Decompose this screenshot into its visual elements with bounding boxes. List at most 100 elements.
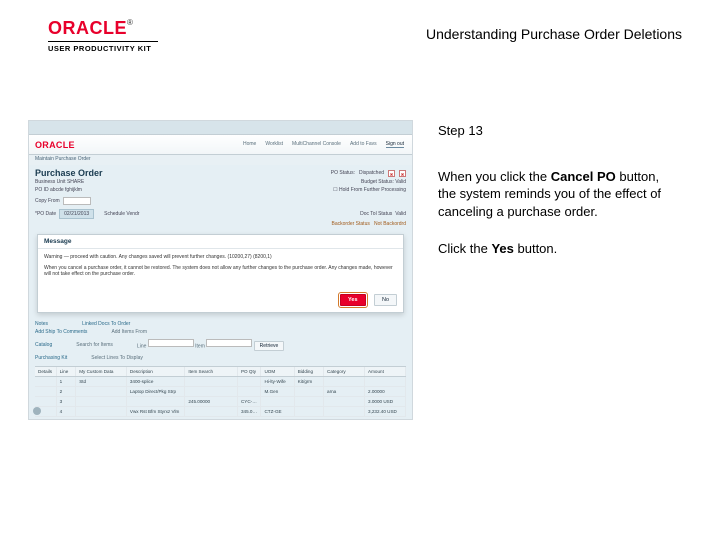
table-cell: M.Gen [261,387,294,396]
table-cell: 345.00000 [238,407,262,416]
table-cell: Hi-lty-Wife [261,377,294,386]
catalog-link[interactable]: Catalog [35,342,52,348]
purchasing-kit-link[interactable]: Purchasing Kit [35,355,67,361]
hold-label: Hold From Further Processing [339,187,406,193]
scroll-indicator-icon [33,407,41,415]
poid-value: abcde fghijklm [50,187,82,193]
table-cell [365,377,406,386]
doctol-label: Doc Tol Status [360,211,392,217]
backorder-row: Backorder Status Not Backordrd [29,221,412,231]
message-line2: When you cancel a purchase order, it can… [44,265,397,278]
table-cell: Std [76,377,127,386]
line-input[interactable] [148,339,194,347]
message-line1: Warning — proceed with caution. Any chan… [44,254,397,261]
nav-addfav[interactable]: Add to Favs [350,141,377,148]
table-cell [324,377,365,386]
po-subrow2: PO ID abcde fghijklm ☐ Hold From Further… [29,187,412,195]
backorder-value: Not Backordrd [374,221,406,227]
table-cell: Kit/grm [295,377,324,386]
th-uom: UOM [261,367,294,376]
th-line: Line [57,367,77,376]
registered-mark: ® [127,18,133,27]
table-cell [35,387,57,396]
message-dialog: Message Warning — proceed with caution. … [37,234,404,313]
additems-label: Add Items From [111,329,147,335]
table-cell: arna [324,387,365,396]
nav-home[interactable]: Home [243,141,256,148]
table-row: 3 245.00000CYC-M2 3.0000 USD [35,397,406,407]
table-cell [76,397,127,406]
table-cell: 4 [57,407,77,416]
table-cell [35,397,57,406]
window-chrome [29,121,412,135]
notes-link[interactable]: Notes [35,321,48,327]
table-cell [261,397,294,406]
top-nav: Home Worklist MultiChannel Console Add t… [243,141,404,148]
no-button[interactable]: No [374,294,397,306]
nav-mcconsole[interactable]: MultiChannel Console [292,141,341,148]
table-row: 2Laptop Direct/Pkg StrpM.Genarna2.00000 [35,387,406,397]
table-cell [295,397,324,406]
p2-bold: Yes [491,241,513,256]
app-header-bar: ORACLE Home Worklist MultiChannel Consol… [29,135,412,155]
table-cell: 3400-splice [127,377,185,386]
delete-icon[interactable] [388,170,395,177]
table-cell: 3 [57,397,77,406]
budget-label: Budget Status: [361,179,394,185]
linecol-label: Line [137,343,146,349]
podate-value[interactable]: 02/21/2013 [59,209,94,219]
table-cell: 3.0000 USD [365,397,406,406]
po-status-value: Dispatched [359,170,384,176]
nav-signout[interactable]: Sign out [386,141,404,148]
doc-header: ORACLE® USER PRODUCTIVITY KIT Understand… [0,18,720,58]
table-cell [324,407,365,416]
table-cell: 3,232.40 USD [365,407,406,416]
po-fields: Copy From [29,195,412,207]
table-cell: 2.00000 [365,387,406,396]
item-input[interactable] [206,339,252,347]
oracle-upk-logo: ORACLE® USER PRODUCTIVITY KIT [48,18,158,53]
p1-bold: Cancel PO [551,169,616,184]
vendor-label: Schedule Vendr [104,211,139,217]
lower-panel: Notes Linked Docs To Order Add Ship To C… [29,319,412,418]
table-row: 1Std3400-splice Hi-lty-WifeKit/grm [35,377,406,387]
table-cell: CTZ-GE [261,407,294,416]
select-lines-label: Select Lines To Display [91,355,143,361]
logo-divider [48,41,158,42]
copyfrom-input[interactable] [63,197,91,205]
doctol-value: Valid [395,211,406,217]
table-cell: 245.00000 [185,397,238,406]
poid-label: PO ID [35,187,49,193]
linked-docs-header: Linked Docs To Order [82,321,130,327]
table-cell [185,407,238,416]
podate-label: *PO Date [35,211,56,217]
th-itemsearch: Item Search [185,367,238,376]
table-body: 1Std3400-spliceHi-lty-WifeKit/grm2Laptop… [35,377,406,417]
table-header: Details Line My Custom Data Description … [35,367,406,377]
table-cell: CYC-M2 [238,397,262,406]
app-brand: ORACLE [35,140,75,150]
search-label: Search for Items [76,342,113,348]
po-date-row: *PO Date 02/21/2013 Schedule Vendr Doc T… [29,207,412,221]
table-cell: Vwx Rst Bfm Styrxz Vlm [127,407,185,416]
table-cell: 1 [57,377,77,386]
table-row: 4 Vwx Rst Bfm Styrxz Vlm 345.00000CTZ-GE 3,… [35,407,406,417]
th-custom: My Custom Data [76,367,127,376]
instruction-paragraph-2: Click the Yes button. [438,240,680,258]
retrieve-button[interactable]: Retrieve [254,341,285,351]
table-cell [238,387,262,396]
po-status-label: PO Status: [331,170,355,176]
po-heading: Purchase Order [35,168,103,178]
table-cell [324,397,365,406]
th-category: Category [324,367,365,376]
bu-label: Business Unit [35,179,66,185]
add-shipto-link[interactable]: Add Ship To Comments [35,329,87,335]
cancel-icon[interactable] [399,170,406,177]
instruction-panel: Step 13 When you click the Cancel PO but… [438,122,680,278]
table-cell [35,377,57,386]
step-label: Step 13 [438,122,680,140]
breadcrumb: Maintain Purchase Order [29,155,412,165]
nav-worklist[interactable]: Worklist [265,141,283,148]
yes-button[interactable]: Yes [340,294,365,306]
message-body: Warning — proceed with caution. Any chan… [38,249,403,285]
